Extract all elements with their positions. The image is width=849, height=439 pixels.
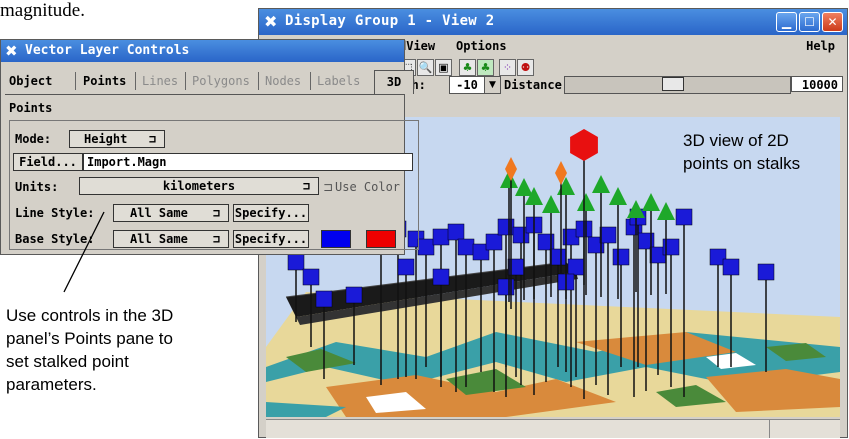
base-style-specify-button[interactable]: Specify... (233, 230, 309, 248)
base-style-menu[interactable]: All Same ⊐ (113, 230, 229, 248)
base-style-label: Base Style: (15, 232, 95, 246)
tab-nodes: Nodes (265, 74, 302, 88)
menu-options[interactable]: Options (456, 39, 507, 53)
display-window-titlebar[interactable]: ✖ Display Group 1 - View 2 ▁ ☐ ✕ (259, 9, 847, 35)
tab-lines: Lines (142, 74, 179, 88)
option-menu-icon: ⊐ (212, 206, 220, 220)
stalk-square-marker (612, 248, 630, 266)
stalk-square-marker (302, 268, 320, 286)
view-annotation: 3D view of 2D points on stalks (683, 129, 800, 175)
triangle-down-icon: ▼ (489, 80, 496, 90)
vector-controls-titlebar[interactable]: ✖ Vector Layer Controls (1, 40, 404, 62)
display-window-title: Display Group 1 - View 2 (285, 13, 495, 29)
tree-highlight-icon[interactable]: ♣ (477, 59, 494, 76)
caption-line: parameters. (6, 375, 97, 394)
stalk-square-marker (397, 258, 415, 276)
tab-separator (75, 72, 76, 90)
tab-separator (258, 72, 259, 90)
mode-label: Mode: (15, 132, 52, 146)
field-input[interactable]: Import.Magn (83, 153, 413, 171)
tab-points[interactable]: Points (83, 74, 126, 88)
line-style-label: Line Style: (15, 206, 95, 220)
mode-value: Height (84, 132, 128, 146)
use-color-checkbox[interactable]: ⊐ (323, 180, 333, 194)
caption-top: magnitude. (0, 0, 85, 21)
statusbar-divider (769, 420, 770, 438)
pitch-dropdown-button[interactable]: ▼ (484, 76, 501, 94)
tab-labels: Labels (317, 74, 361, 88)
stalk-square-marker (549, 248, 567, 266)
maximize-button[interactable]: ☐ (799, 12, 820, 32)
caption-line: panel’s Points pane to (6, 329, 173, 348)
units-value: kilometers (162, 179, 236, 193)
tab-separator (310, 72, 311, 90)
tab-separator (135, 72, 136, 90)
stalk-square-marker (447, 223, 465, 241)
tntmips-x-icon: ✖ (5, 42, 18, 60)
stalk-square-marker (432, 228, 450, 246)
distance-field[interactable]: 10000 (791, 76, 843, 92)
option-menu-icon: ⊐ (148, 132, 156, 146)
option-menu-icon: ⊐ (302, 179, 310, 193)
tntmips-x-icon: ✖ (264, 12, 278, 31)
close-button[interactable]: ✕ (822, 12, 843, 32)
units-label: Units: (15, 180, 59, 194)
pane-title: Points (9, 101, 53, 115)
vector-layer-controls-window: ✖ Vector Layer Controls Object Points Li… (0, 39, 419, 255)
tree-icon[interactable]: ♣ (459, 59, 476, 76)
stalk-square-marker (722, 258, 740, 276)
stalk-square-marker (417, 238, 435, 256)
viewer-icon[interactable]: ⚉ (517, 59, 534, 76)
field-button[interactable]: Field... (13, 153, 83, 171)
stalk-square-marker (457, 238, 475, 256)
minimize-icon: ▁ (781, 15, 792, 29)
base-style-value: All Same (130, 232, 188, 246)
base-color-swatch[interactable] (321, 230, 351, 248)
tab-polygons: Polygons (192, 74, 250, 88)
pitch-field[interactable]: -10 (449, 76, 485, 94)
menu-help[interactable]: Help (806, 39, 835, 53)
line-style-value: All Same (130, 206, 188, 220)
close-icon: ✕ (827, 15, 838, 29)
stalk-square-marker (757, 263, 775, 281)
annotation-line: points on stalks (683, 154, 801, 173)
stalk-square-marker (287, 253, 305, 271)
use-color-label: Use Color (335, 180, 401, 194)
caption-line: set stalked point (6, 352, 129, 371)
stalk-square-marker (675, 208, 693, 226)
stalk-square-marker (345, 286, 363, 304)
distance-slider[interactable] (564, 76, 791, 94)
tab-object[interactable]: Object (9, 74, 52, 88)
stalk-square-marker (432, 268, 450, 286)
scatter-icon[interactable]: ⁘ (499, 59, 516, 76)
stalk-square-marker (485, 233, 503, 251)
statusbar (266, 419, 840, 438)
snapshot-icon[interactable]: ▣ (435, 59, 452, 76)
line-color-swatch[interactable] (366, 230, 396, 248)
maximize-icon: ☐ (804, 15, 815, 29)
distance-label: Distance: (504, 78, 570, 92)
tab-3d[interactable]: 3D (374, 70, 414, 94)
tab-bar: Object Points Lines Polygons Nodes Label… (5, 70, 414, 95)
vector-controls-title: Vector Layer Controls (25, 43, 190, 58)
tab-separator (185, 72, 186, 90)
distance-slider-thumb[interactable] (662, 77, 684, 91)
caption-left: Use controls in the 3D panel’s Points pa… (6, 304, 246, 396)
units-menu[interactable]: kilometers ⊐ (79, 177, 319, 195)
option-menu-icon: ⊐ (212, 232, 220, 246)
line-style-menu[interactable]: All Same ⊐ (113, 204, 229, 222)
minimize-button[interactable]: ▁ (776, 12, 797, 32)
mode-menu[interactable]: Height ⊐ (69, 130, 165, 148)
caption-line: Use controls in the 3D (6, 306, 174, 325)
zoom-icon[interactable]: 🔍 (417, 59, 434, 76)
stalk-square-marker (599, 226, 617, 244)
stalk-square-marker (567, 258, 585, 276)
annotation-line: 3D view of 2D (683, 131, 789, 150)
stalk-square-marker (315, 290, 333, 308)
line-style-specify-button[interactable]: Specify... (233, 204, 309, 222)
